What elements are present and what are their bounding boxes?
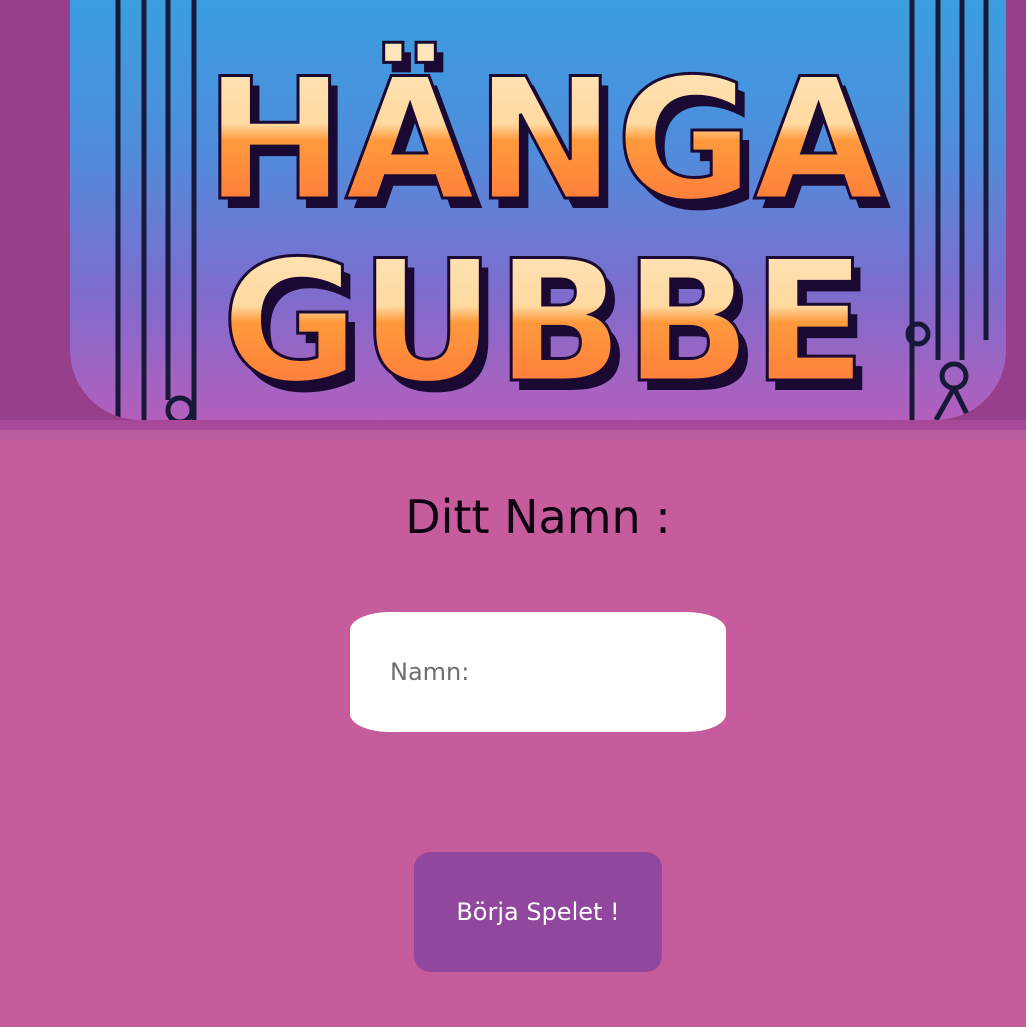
- title-line2: GUBBE: [221, 224, 866, 420]
- left-ropes-decoration: [115, 0, 197, 420]
- title-banner-image: HÄNGA HÄNGA GUBBE GUBBE: [70, 0, 1006, 420]
- right-ropes-decoration: [905, 0, 989, 420]
- title-text-graphic: HÄNGA HÄNGA GUBBE GUBBE: [203, 41, 892, 421]
- title-line1: HÄNGA: [204, 42, 883, 238]
- name-input[interactable]: [350, 612, 726, 732]
- header-divider: [0, 420, 1026, 440]
- name-heading: Ditt Namn :: [405, 490, 671, 544]
- start-game-button[interactable]: Börja Spelet !: [414, 852, 662, 972]
- hangman-banner-graphic: HÄNGA HÄNGA GUBBE GUBBE: [115, 0, 989, 421]
